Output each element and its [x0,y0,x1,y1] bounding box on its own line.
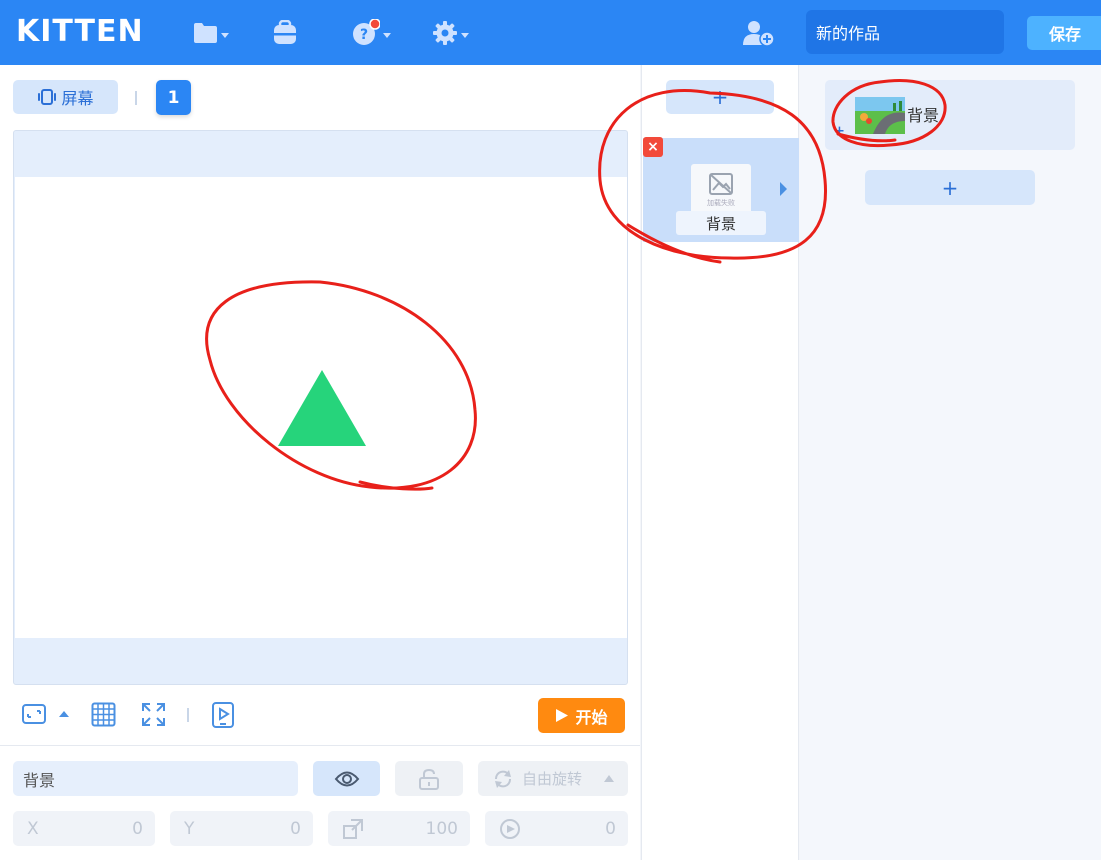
grid-icon[interactable] [91,702,116,727]
divider [135,91,137,105]
x-position-field[interactable]: X 0 [13,811,155,846]
y-position-field[interactable]: Y 0 [170,811,313,846]
broken-image-icon [709,173,733,195]
x-value: 0 [132,818,143,839]
lock-toggle[interactable] [395,761,463,796]
background-panel: 背景 + + [800,65,1101,860]
backpack-icon [274,20,296,44]
app-logo: KITTEN [16,14,144,49]
unlock-icon [419,768,439,790]
start-button-label: 开始 [575,707,608,727]
collaborate-button[interactable] [742,18,776,48]
chevron-down-icon [461,32,469,38]
play-icon [556,709,569,722]
screen-number-button[interactable]: 1 [156,80,191,115]
top-bar: KITTEN ? 新的作品 保存 [0,0,1101,65]
direction-value: 0 [605,818,616,839]
help-menu-button[interactable]: ? [352,18,391,48]
caret-up-icon[interactable] [58,710,70,718]
add-scene-button[interactable]: + [666,80,774,114]
project-title-input[interactable] [806,10,1004,54]
size-field[interactable]: 100 [328,811,470,846]
chevron-down-icon [383,32,391,38]
folder-icon [194,23,217,43]
scene-thumbnail: 加载失败 [691,164,751,216]
sprite-name-input[interactable]: 背景 [13,761,298,796]
help-icon: ? [353,19,380,45]
settings-menu-button[interactable] [432,18,469,48]
stage-panel: 屏幕 1 开始 背景 自由旋转 X 0 Y 0 100 0 [0,65,640,860]
background-item[interactable]: 背景 + [825,80,1075,150]
device-preview-icon[interactable] [211,701,235,729]
stage-frame [13,130,628,685]
background-item-add[interactable]: + [834,124,845,139]
caret-up-icon [604,775,615,782]
add-user-icon [743,21,775,47]
rotation-mode-select[interactable]: 自由旋转 [478,761,628,796]
scale-icon [343,818,363,839]
chevron-down-icon [221,32,229,38]
rotate-icon [495,769,511,788]
road-scene-thumbnail [855,97,905,134]
expand-icon[interactable] [141,702,166,727]
fullscreen-frame-icon[interactable] [21,702,47,726]
scene-card[interactable]: 加载失败 背景 × [643,137,799,242]
visibility-toggle[interactable] [313,761,380,796]
delete-scene-button[interactable]: × [643,137,663,157]
phone-screen-icon [38,89,57,105]
divider [187,708,189,722]
stage-canvas[interactable] [15,177,627,638]
screen-button-label: 屏幕 [61,89,94,108]
scene-label: 背景 [676,211,766,235]
direction-icon [500,818,520,839]
y-label: Y [184,818,195,839]
save-button[interactable]: 保存 [1027,16,1101,50]
scene-panel: + 加载失败 背景 × [641,65,799,860]
size-value: 100 [425,818,458,839]
divider [0,745,640,746]
rotation-mode-label: 自由旋转 [522,770,583,788]
backpack-button[interactable] [272,18,298,48]
green-triangle-icon[interactable] [276,368,368,448]
add-background-button[interactable]: + [865,170,1035,205]
thumb-load-failed: 加载失败 [707,199,735,207]
chevron-right-icon[interactable] [780,182,787,196]
background-item-name: 背景 [907,106,940,125]
eye-icon [334,771,359,786]
notification-dot [369,19,380,30]
svg-text:?: ? [360,27,368,43]
x-label: X [27,818,39,839]
file-menu-button[interactable] [193,18,229,48]
start-button[interactable]: 开始 [538,698,625,733]
direction-field[interactable]: 0 [485,811,628,846]
gear-icon [433,21,457,45]
y-value: 0 [290,818,301,839]
screen-button[interactable]: 屏幕 [13,80,118,114]
